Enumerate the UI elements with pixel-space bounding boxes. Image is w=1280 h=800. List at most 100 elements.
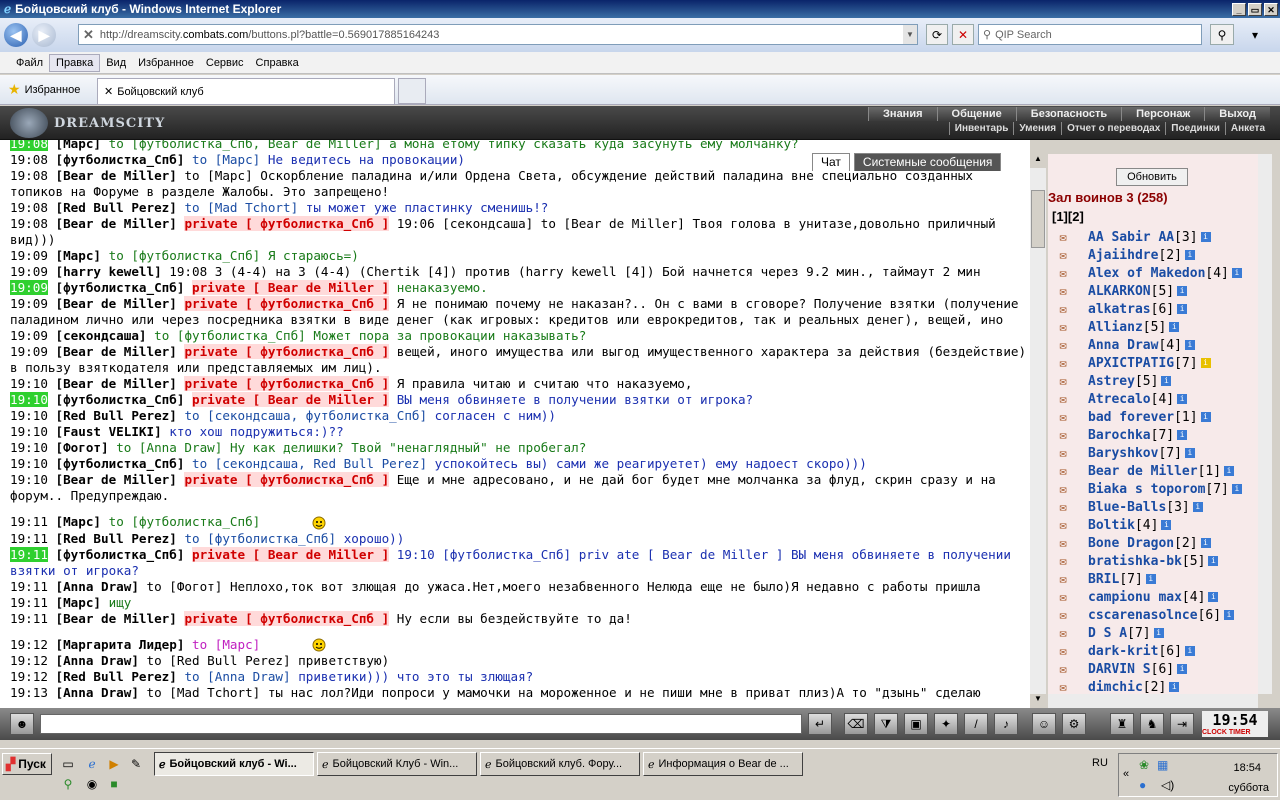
- private-message-icon[interactable]: ✉: [1052, 482, 1074, 496]
- message-time[interactable]: 19:10: [10, 376, 48, 391]
- message-time[interactable]: 19:08: [10, 200, 48, 215]
- nav-communication[interactable]: Общение: [936, 107, 1016, 121]
- user-name[interactable]: Biaka s toporom: [1088, 482, 1205, 497]
- message-time[interactable]: 19:10: [10, 472, 48, 487]
- user-name[interactable]: Bear de Miller: [1088, 464, 1198, 479]
- private-message-icon[interactable]: ✉: [1052, 572, 1074, 586]
- task-game-window[interactable]: ℯ Бойцовский клуб - Wi...: [154, 752, 314, 776]
- user-info-icon[interactable]: i: [1161, 376, 1172, 386]
- message-nick[interactable]: [Bear de Miller]: [56, 168, 177, 183]
- user-name[interactable]: Barochka: [1088, 428, 1151, 443]
- user-name[interactable]: campionu max: [1088, 590, 1182, 605]
- user-info-icon[interactable]: i: [1177, 664, 1188, 674]
- message-time[interactable]: 19:08: [10, 216, 48, 231]
- message-time[interactable]: 19:10: [10, 456, 48, 471]
- disc-icon[interactable]: ◉: [84, 777, 100, 793]
- fighter-icon[interactable]: ✦: [934, 713, 958, 735]
- exit-icon[interactable]: ⇥: [1170, 713, 1194, 735]
- nav-inventory[interactable]: Инвентарь: [948, 122, 1014, 135]
- address-dropdown-icon[interactable]: ▼: [903, 25, 917, 44]
- sound-icon[interactable]: ♪: [994, 713, 1018, 735]
- private-message-icon[interactable]: ✉: [1052, 284, 1074, 298]
- user-info-icon[interactable]: i: [1177, 430, 1188, 440]
- message-recipient[interactable]: to [Anna Draw]: [116, 440, 222, 455]
- app-icon[interactable]: ■: [106, 777, 122, 793]
- message-nick[interactable]: [Bear de Miller]: [56, 216, 177, 231]
- search-go-button[interactable]: ⚲: [1210, 24, 1234, 45]
- language-indicator[interactable]: RU: [1092, 757, 1108, 769]
- message-nick[interactable]: [футболистка_Спб]: [56, 547, 185, 562]
- user-name[interactable]: bratishka-bk: [1088, 554, 1182, 569]
- message-nick[interactable]: [Марс]: [56, 595, 102, 610]
- user-name[interactable]: bad forever: [1088, 410, 1174, 425]
- user-info-icon[interactable]: i: [1177, 286, 1188, 296]
- menu-file[interactable]: Файл: [10, 55, 49, 71]
- user-name[interactable]: Ajaiihdre: [1088, 248, 1158, 263]
- chat-scrollbar[interactable]: ▲ ▼: [1030, 154, 1046, 708]
- menu-view[interactable]: Вид: [100, 55, 132, 71]
- message-time[interactable]: 19:12: [10, 669, 48, 684]
- address-input[interactable]: ✕ http://dreamscity. combats.com/buttons.…: [78, 24, 918, 45]
- message-recipient[interactable]: to [секондсаша, футболистка_Спб]: [184, 408, 427, 423]
- users-scrollbar[interactable]: [1258, 154, 1272, 694]
- user-name[interactable]: Baryshkov: [1088, 446, 1158, 461]
- users-hscrollbar[interactable]: [1048, 694, 1258, 708]
- tray-expand-icon[interactable]: «: [1123, 768, 1129, 780]
- message-nick[interactable]: [Bear de Miller]: [56, 472, 177, 487]
- message-time[interactable]: 19:09: [10, 280, 48, 295]
- refresh-button[interactable]: Обновить: [1116, 168, 1188, 186]
- menu-tools[interactable]: Сервис: [200, 55, 250, 71]
- message-nick[interactable]: [Anna Draw]: [56, 579, 139, 594]
- user-info-icon[interactable]: i: [1200, 412, 1211, 422]
- network-icon[interactable]: ⚲: [60, 777, 76, 793]
- send-icon[interactable]: ↵: [808, 713, 832, 735]
- private-recipient[interactable]: private [ футболистка_Спб ]: [184, 216, 390, 231]
- message-recipient[interactable]: to [футболистка_Спб]: [154, 328, 306, 343]
- close-button[interactable]: ✕: [1264, 2, 1278, 16]
- private-recipient[interactable]: private [ футболистка_Спб ]: [184, 610, 390, 626]
- message-time[interactable]: 19:11: [10, 611, 48, 626]
- nav-skills[interactable]: Умения: [1013, 122, 1061, 135]
- user-name[interactable]: АРХICTPATIG: [1088, 356, 1174, 371]
- user-name[interactable]: Blue-Balls: [1088, 500, 1166, 515]
- message-nick[interactable]: [Anna Draw]: [56, 653, 139, 668]
- user-info-icon[interactable]: i: [1145, 574, 1156, 584]
- maximize-button[interactable]: ▭: [1248, 2, 1262, 16]
- smile-icon[interactable]: ☺: [1032, 713, 1056, 735]
- private-message-icon[interactable]: ✉: [1052, 230, 1074, 244]
- qip-tray-icon[interactable]: ❀: [1139, 758, 1149, 772]
- nav-security[interactable]: Безопасность: [1015, 107, 1122, 121]
- private-message-icon[interactable]: ✉: [1052, 392, 1074, 406]
- user-info-icon[interactable]: i: [1192, 502, 1203, 512]
- user-info-icon[interactable]: i: [1200, 538, 1211, 548]
- save-icon[interactable]: ▣: [904, 713, 928, 735]
- message-time[interactable]: 19:12: [10, 653, 48, 668]
- ie-quicklaunch-icon[interactable]: ℯ: [84, 757, 100, 773]
- user-info-icon[interactable]: i: [1231, 484, 1242, 494]
- minimize-button[interactable]: _: [1232, 2, 1246, 16]
- private-message-icon[interactable]: ✉: [1052, 662, 1074, 676]
- user-info-icon[interactable]: i: [1169, 682, 1180, 692]
- private-message-icon[interactable]: ✉: [1052, 338, 1074, 352]
- page-links[interactable]: [1][2]: [1052, 209, 1084, 224]
- user-name[interactable]: Allianz: [1088, 320, 1143, 335]
- scroll-down-icon[interactable]: ▼: [1030, 694, 1046, 708]
- tab-chat[interactable]: Чат: [812, 153, 850, 171]
- menu-favorites[interactable]: Избранное: [132, 55, 200, 71]
- user-name[interactable]: AA Sabir AA: [1088, 230, 1174, 245]
- private-message-icon[interactable]: ✉: [1052, 464, 1074, 478]
- user-info-icon[interactable]: i: [1153, 628, 1164, 638]
- private-message-icon[interactable]: ✉: [1052, 500, 1074, 514]
- user-name[interactable]: BRIL: [1088, 572, 1119, 587]
- message-nick[interactable]: [Faust VELIKI]: [56, 424, 162, 439]
- message-recipient[interactable]: to [футболистка_Спб, Bear de Miller]: [109, 140, 382, 151]
- menu-edit[interactable]: Правка: [49, 53, 101, 72]
- search-options-icon[interactable]: ▾: [1244, 24, 1266, 45]
- message-nick[interactable]: [Bear de Miller]: [56, 611, 177, 626]
- message-time[interactable]: 19:12: [10, 637, 48, 652]
- message-nick[interactable]: [футболистка_Спб]: [56, 280, 185, 295]
- user-info-icon[interactable]: i: [1184, 646, 1195, 656]
- message-nick[interactable]: [Марс]: [56, 514, 102, 529]
- pencil-icon[interactable]: ✎: [128, 757, 144, 773]
- user-info-icon[interactable]: i: [1208, 556, 1219, 566]
